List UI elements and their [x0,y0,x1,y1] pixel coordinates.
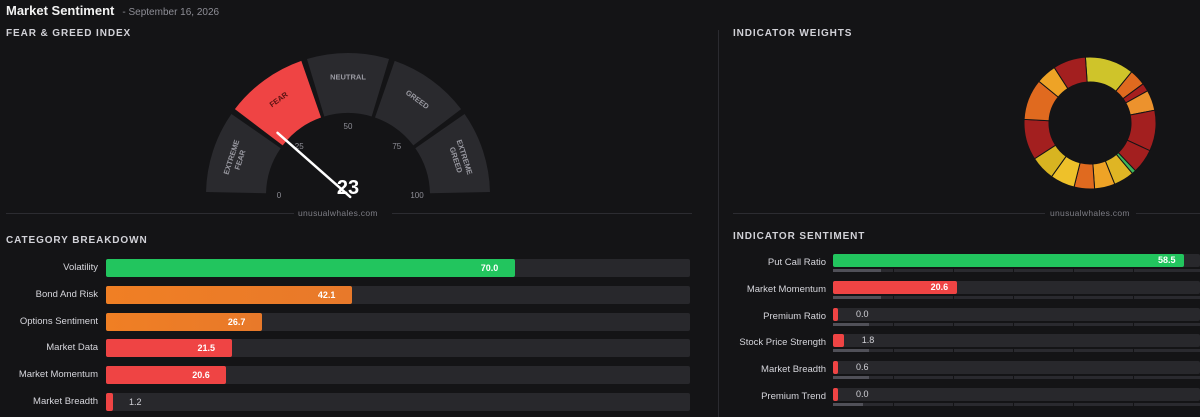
indicator-label-stock-price-strength: Stock Price Strength [739,337,826,349]
indicator-weight-tick [1073,269,1074,272]
gauge-zone-neutral [306,53,390,117]
category-label-market-data: Market Data [46,342,98,354]
category-label-volatility: Volatility [63,262,98,273]
indicator-weight-bar-put-call-ratio [833,269,881,272]
gauge-brand-line-left [6,213,294,214]
indicator-label-put-call-ratio: Put Call Ratio [767,257,826,268]
indicator-weight-tick [1133,295,1134,299]
indicator-weight-track-market-breadth [833,376,1200,380]
category-value-market-momentum: 20.6 [192,370,210,381]
indicator-value-put-call-ratio: 58.5 [1158,255,1176,265]
indicator-weight-tick [893,269,894,272]
fear-greed-gauge: EXTREMEFEARFEARNEUTRALGREEDEXTREMEGREED0… [206,53,490,200]
gauge-brand-line-right [392,213,692,214]
category-track-market-breadth [106,393,690,411]
category-value-bond-and-risk: 42.1 [317,289,336,300]
category-label-bond-and-risk: Bond And Risk [35,288,98,300]
indicator-weight-tick [953,403,954,406]
indicator-weight-tick [893,349,894,353]
indicator-weight-tick [953,295,954,299]
indicator-weight-tick [1133,403,1134,406]
gauge-brand: unusualwhales.com [298,208,378,218]
indicator-label-premium-ratio: Premium Ratio [763,310,826,322]
category-value-market-breadth: 1.2 [129,397,142,407]
indicator-track-premium-trend [833,388,1200,401]
category-bar-volatility[interactable] [106,259,515,277]
indicator-weight-tick [1073,376,1074,380]
indicator-value-stock-price-strength: 1.8 [861,335,875,346]
gauge-scale-label-100: 100 [410,191,424,200]
indicator-weight-tick [1073,295,1074,299]
indicator-weight-tick [893,403,894,406]
donut-brand-line-right [1136,213,1200,214]
category-label-options-sentiment: Options Sentiment [19,315,98,327]
indicator-weight-tick [1133,376,1134,380]
indicator-weight-tick [953,322,954,326]
indicator-weight-bar-market-breadth [833,376,869,380]
indicator-weight-tick [1013,376,1014,380]
indicator-weight-bar-premium-trend [833,403,863,406]
indicator-weight-tick [1013,269,1014,272]
indicator-weight-tick [953,349,954,353]
indicator-value-market-breadth: 0.6 [856,362,869,373]
indicator-track-market-breadth [833,361,1200,375]
category-breakdown-title: CATEGORY BREAKDOWN [6,235,148,246]
gauge-scale-label-0: 0 [277,191,282,200]
indicator-weight-bar-premium-ratio [833,322,869,326]
indicator-weight-tick [1073,349,1074,353]
category-value-options-sentiment: 26.7 [227,316,246,327]
indicator-weights-title: INDICATOR WEIGHTS [733,28,853,39]
gauge-value: 23 [337,177,359,199]
indicator-weight-track-stock-price-strength [833,349,1200,353]
indicator-sentiment-title: INDICATOR SENTIMENT [733,231,866,242]
category-label-market-breadth: Market Breadth [33,396,98,407]
indicator-weight-tick [1013,295,1014,299]
indicator-bar-premium-trend[interactable] [833,388,838,401]
indicator-value-market-momentum: 20.6 [930,281,949,292]
indicator-weight-bar-market-momentum [833,295,881,299]
category-label-market-momentum: Market Momentum [18,369,98,381]
panel-divider [718,30,719,417]
indicator-weight-tick [1013,349,1014,353]
indicator-weight-bar-stock-price-strength [833,349,869,353]
indicator-weight-tick [893,376,894,380]
indicator-weight-tick [953,269,954,272]
indicator-weight-track-premium-ratio [833,322,1200,326]
indicator-weight-track-market-momentum [833,295,1200,299]
indicator-weight-tick [893,322,894,326]
category-bar-market-breadth[interactable] [106,393,113,411]
indicator-weight-tick [1133,269,1134,272]
indicator-weight-track-put-call-ratio [833,269,1200,272]
indicator-weight-tick [953,376,954,380]
gauge-scale-label-50: 50 [344,122,353,131]
indicator-track-stock-price-strength [833,334,1200,348]
indicator-weight-tick [1133,322,1134,326]
indicator-bar-stock-price-strength[interactable] [833,334,844,348]
indicator-bar-market-breadth[interactable] [833,361,838,375]
indicator-label-premium-trend: Premium Trend [761,391,826,402]
indicator-weight-tick [1073,403,1074,406]
donut-brand-line-left [733,213,1045,214]
indicator-value-premium-ratio: 0.0 [856,308,869,319]
indicator-label-market-breadth: Market Breadth [761,364,826,376]
indicator-bar-put-call-ratio[interactable] [833,254,1184,267]
indicator-weight-tick [1133,349,1134,353]
category-value-volatility: 70.0 [480,263,499,273]
indicator-weight-tick [1013,403,1014,406]
indicator-track-premium-ratio [833,307,1200,321]
gauge-scale-label-75: 75 [392,142,401,151]
indicator-bar-premium-ratio[interactable] [833,307,838,321]
indicator-weights-donut [1023,56,1157,190]
indicator-weight-track-premium-trend [833,403,1200,406]
indicator-weight-tick [1073,322,1074,326]
category-bar-bond-and-risk[interactable] [106,285,352,304]
indicator-weight-tick [893,295,894,299]
indicator-value-premium-trend: 0.0 [856,389,869,399]
indicator-label-market-momentum: Market Momentum [746,283,826,295]
donut-brand: unusualwhales.com [1050,208,1130,218]
category-value-market-data: 21.5 [197,343,216,354]
gauge-zone-label-neutral: NEUTRAL [330,73,366,82]
indicator-weight-tick [1013,322,1014,326]
